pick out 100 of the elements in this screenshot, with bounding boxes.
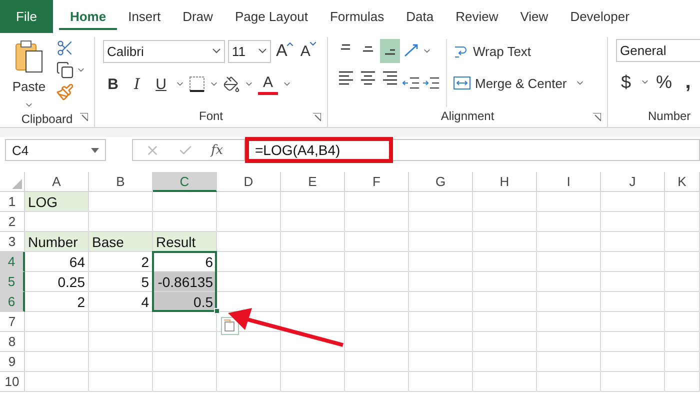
bold-button[interactable]: B [103,72,123,96]
shrink-font-button[interactable]: A [298,39,318,63]
table-cell [25,332,89,352]
column-header[interactable]: K [665,172,700,192]
cut-icon[interactable] [56,39,74,57]
italic-button[interactable]: I [127,72,147,96]
ribbon-tab[interactable]: Review [444,0,510,33]
ribbon-tab[interactable]: Insert [117,0,172,33]
table-cell [665,272,700,292]
table-cell [153,372,217,392]
table-cell [601,292,665,312]
borders-icon[interactable] [189,76,205,92]
ribbon-tab[interactable]: Draw [172,0,224,33]
row-header[interactable]: 10 [0,372,25,392]
number-format-select[interactable]: General [616,39,700,62]
table-cell [281,352,345,372]
ribbon-tab[interactable]: Data [395,0,445,33]
percent-button[interactable]: % [654,70,674,94]
column-header[interactable]: J [601,172,665,192]
comma-button[interactable]: , [678,70,698,94]
formula-field[interactable]: =LOG(A4,B4) [245,137,393,163]
table-cell [665,312,700,332]
fill-color-icon[interactable] [223,76,240,92]
lines-icon [360,46,376,52]
ribbon-tab[interactable]: Formulas [318,0,396,33]
table-cell: 0.25 [25,272,89,292]
insert-function-button[interactable]: fx [211,142,224,158]
table-cell [25,312,89,332]
table-cell [217,252,281,272]
row-header[interactable]: 1 [0,192,25,212]
underline-button[interactable]: U [151,72,171,96]
table-cell [601,212,665,232]
table-cell [345,292,409,312]
table-cell [601,372,665,392]
table-cell [25,212,89,232]
table-cell [345,372,409,392]
ribbon-tab[interactable]: Home [58,0,118,33]
table-cell: Base [89,232,153,252]
column-header[interactable]: F [345,172,409,192]
table-cell [409,292,473,312]
caret-up-icon [287,42,294,46]
table-cell [89,192,153,212]
table-cell [537,232,601,252]
column-header[interactable]: B [89,172,153,192]
row-header[interactable]: 7 [0,312,25,332]
increase-indent-icon[interactable] [422,75,440,91]
vertical-align-button[interactable] [380,39,400,63]
row-header[interactable]: 9 [0,352,25,372]
table-cell [601,332,665,352]
row-header[interactable]: 5 [0,272,25,292]
decrease-indent-icon[interactable] [402,75,420,91]
paste-label[interactable]: Paste [12,79,46,94]
chevron-icon [258,48,267,54]
table-cell [281,212,345,232]
name-box[interactable]: C4 [5,139,106,161]
row-header[interactable]: 4 [0,252,25,272]
column-header[interactable]: G [409,172,473,192]
lines-icon [382,71,398,85]
table-cell [153,192,217,212]
column-header[interactable]: E [281,172,345,192]
table-cell [409,372,473,392]
paste-icon[interactable] [14,39,44,73]
wrap-text-button[interactable]: Wrap Text [453,39,585,63]
row-header[interactable]: 2 [0,212,25,232]
fill-handle[interactable] [214,308,220,314]
ribbon-tab[interactable]: Developer [559,0,640,33]
column-header[interactable]: H [473,172,537,192]
dialog-launcher-icon[interactable] [80,113,88,121]
file-tab[interactable]: File [0,0,53,33]
font-color-button[interactable]: A [258,73,278,95]
table-cell [345,252,409,272]
ribbon-tab[interactable]: Page Layout [224,0,319,33]
font-size-select[interactable]: 11 [228,40,271,62]
table-cell [537,212,601,232]
table-cell [153,352,217,372]
table-cell [665,232,700,252]
table-cell: Number [25,232,89,252]
row-header[interactable]: 3 [0,232,25,252]
table-cell [345,212,409,232]
font-name-select[interactable]: Calibri [103,40,225,62]
column-header[interactable]: C [153,172,217,192]
merge-center-button[interactable]: Merge & Center [453,71,567,95]
grow-font-button[interactable]: A [274,39,296,63]
table-cell [537,192,601,212]
currency-button[interactable]: $ [616,70,636,94]
ribbon-tab[interactable]: View [509,0,560,33]
row-header[interactable]: 6 [0,292,25,312]
table-cell [537,352,601,372]
dialog-launcher-icon[interactable] [593,113,601,121]
paste-options-icon[interactable] [221,317,239,335]
column-header[interactable]: A [25,172,89,192]
copy-icon[interactable] [56,61,74,79]
table-cell [281,232,345,252]
dialog-launcher-icon[interactable] [313,113,321,121]
column-header[interactable]: D [217,172,281,192]
row-header[interactable]: 8 [0,332,25,352]
column-header[interactable]: I [537,172,601,192]
triangle-icon [12,179,22,189]
table-cell [217,212,281,232]
table-cell [25,372,89,392]
